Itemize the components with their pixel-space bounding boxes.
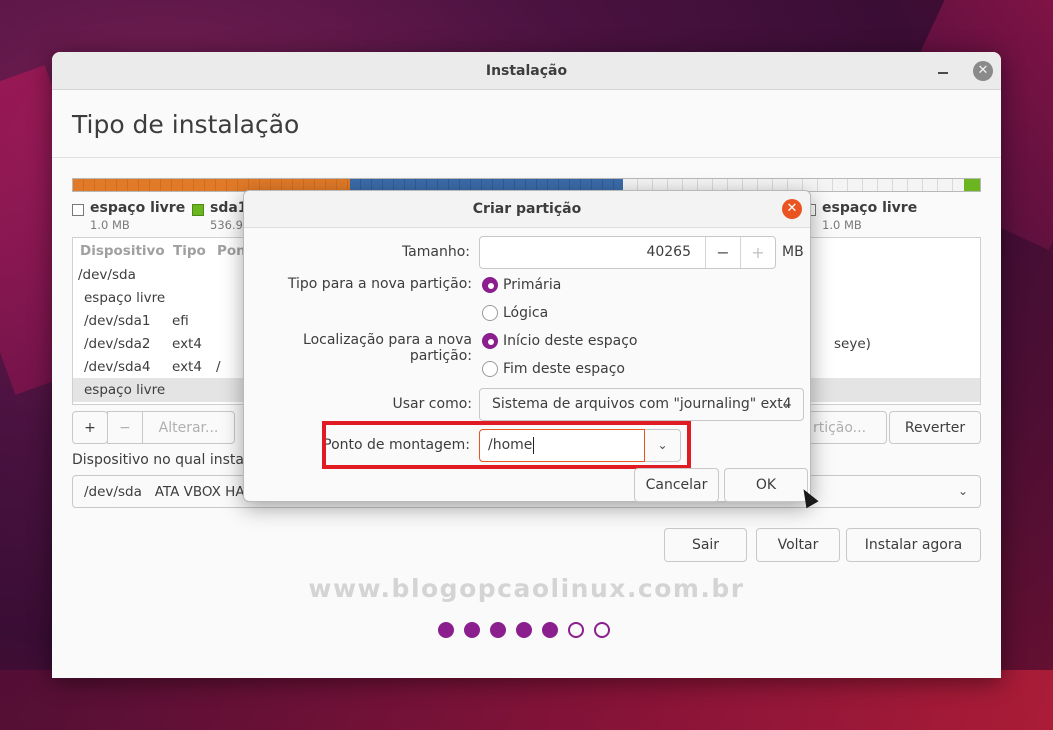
use-as-value: Sistema de arquivos com "journaling" ext… (492, 396, 792, 412)
table-cell-overflow: seye) (834, 336, 871, 352)
location-label: Localização para a nova partição: (303, 332, 472, 364)
radio-label: Primária (503, 277, 562, 293)
wallpaper-shape (0, 670, 1053, 730)
radio-button[interactable] (482, 361, 498, 377)
revert-button[interactable]: Reverter (889, 411, 981, 444)
boot-device-value: /dev/sda ATA VBOX HA (84, 483, 245, 500)
partition-type-label: Tipo para a nova partição: (287, 276, 472, 292)
size-input[interactable]: 40265 (480, 237, 705, 268)
progress-dot (438, 622, 454, 638)
progress-dot (490, 622, 506, 638)
chevron-down-icon: ⌄ (780, 397, 791, 411)
dialog-title: Criar partição (244, 191, 810, 228)
progress-dots (438, 622, 610, 638)
add-partition-button[interactable]: + (72, 411, 108, 444)
table-row[interactable]: espaço livre (84, 382, 165, 398)
column-header-mount[interactable]: Pon (217, 243, 246, 259)
remove-partition-button[interactable]: − (107, 411, 143, 444)
progress-dot (542, 622, 558, 638)
decrement-button[interactable]: − (705, 237, 740, 268)
radio-label: Fim deste espaço (503, 361, 625, 377)
window-title: Instalação (485, 62, 568, 79)
boot-device-label: Dispositivo no qual instala (72, 452, 257, 468)
dialog-close-button[interactable]: ✕ (782, 199, 802, 219)
legend-size: 536.9 (210, 218, 243, 232)
watermark: www.blogopcaolinux.com.br (308, 574, 745, 603)
partition-segment-end (964, 179, 980, 191)
radio-logical[interactable]: Lógica (482, 305, 548, 321)
progress-dot (594, 622, 610, 638)
legend-item: espaço livre 1.0 MB (804, 200, 917, 232)
install-now-button[interactable]: Instalar agora (846, 528, 981, 562)
back-button[interactable]: Voltar (756, 528, 840, 562)
table-row[interactable]: /dev/sda (78, 267, 136, 283)
use-as-select[interactable]: Sistema de arquivos com "journaling" ext… (479, 388, 804, 421)
ok-button[interactable]: OK (724, 468, 808, 502)
table-row[interactable]: /dev/sda1 (84, 313, 150, 329)
highlight-box (322, 421, 691, 469)
table-cell-mount: / (216, 359, 221, 375)
legend-item: espaço livre 1.0 MB (72, 200, 185, 232)
cancel-button[interactable]: Cancelar (634, 468, 719, 502)
legend-label: sda1 (210, 200, 248, 216)
table-row[interactable]: espaço livre (84, 290, 165, 306)
progress-dot (568, 622, 584, 638)
chevron-down-icon: ⌄ (957, 484, 968, 498)
legend-swatch (72, 204, 84, 216)
column-header-type[interactable]: Tipo (173, 243, 206, 259)
increment-button[interactable]: + (740, 237, 775, 268)
table-cell-type: ext4 (172, 359, 202, 375)
window-titlebar: Instalação ✕ (52, 52, 1001, 90)
size-unit: MB (782, 244, 804, 260)
divider (52, 157, 1001, 158)
minimize-icon[interactable] (935, 62, 951, 78)
radio-primary[interactable]: Primária (482, 277, 561, 293)
column-header-device[interactable]: Dispositivo (80, 243, 165, 259)
radio-beginning[interactable]: Início deste espaço (482, 333, 637, 349)
table-row[interactable]: /dev/sda2 (84, 336, 150, 352)
radio-label: Início deste espaço (503, 333, 638, 349)
progress-dot (464, 622, 480, 638)
legend-size: 1.0 MB (822, 218, 862, 232)
legend-label: espaço livre (822, 200, 918, 216)
legend-size: 1.0 MB (90, 218, 130, 232)
legend-item: sda1 536.9 (192, 200, 248, 232)
quit-button[interactable]: Sair (664, 528, 747, 562)
size-spinbox[interactable]: 40265 − + (479, 236, 776, 269)
page-title: Tipo de instalação (72, 110, 300, 139)
progress-dot (516, 622, 532, 638)
table-cell-type: efi (172, 313, 189, 329)
window-close-button[interactable]: ✕ (973, 61, 993, 81)
radio-button-checked[interactable] (482, 277, 498, 293)
radio-button[interactable] (482, 305, 498, 321)
table-row[interactable]: /dev/sda4 (84, 359, 150, 375)
radio-button-checked[interactable] (482, 333, 498, 349)
legend-label: espaço livre (90, 200, 186, 216)
legend-swatch (192, 204, 204, 216)
create-partition-dialog: Criar partição ✕ Tamanho: 40265 − + MB T… (243, 190, 811, 502)
size-label: Tamanho: (401, 244, 470, 260)
use-as-label: Usar como: (392, 396, 472, 412)
radio-end[interactable]: Fim deste espaço (482, 361, 625, 377)
table-cell-type: ext4 (172, 336, 202, 352)
radio-label: Lógica (503, 305, 549, 321)
change-partition-button[interactable]: Alterar... (142, 411, 235, 444)
